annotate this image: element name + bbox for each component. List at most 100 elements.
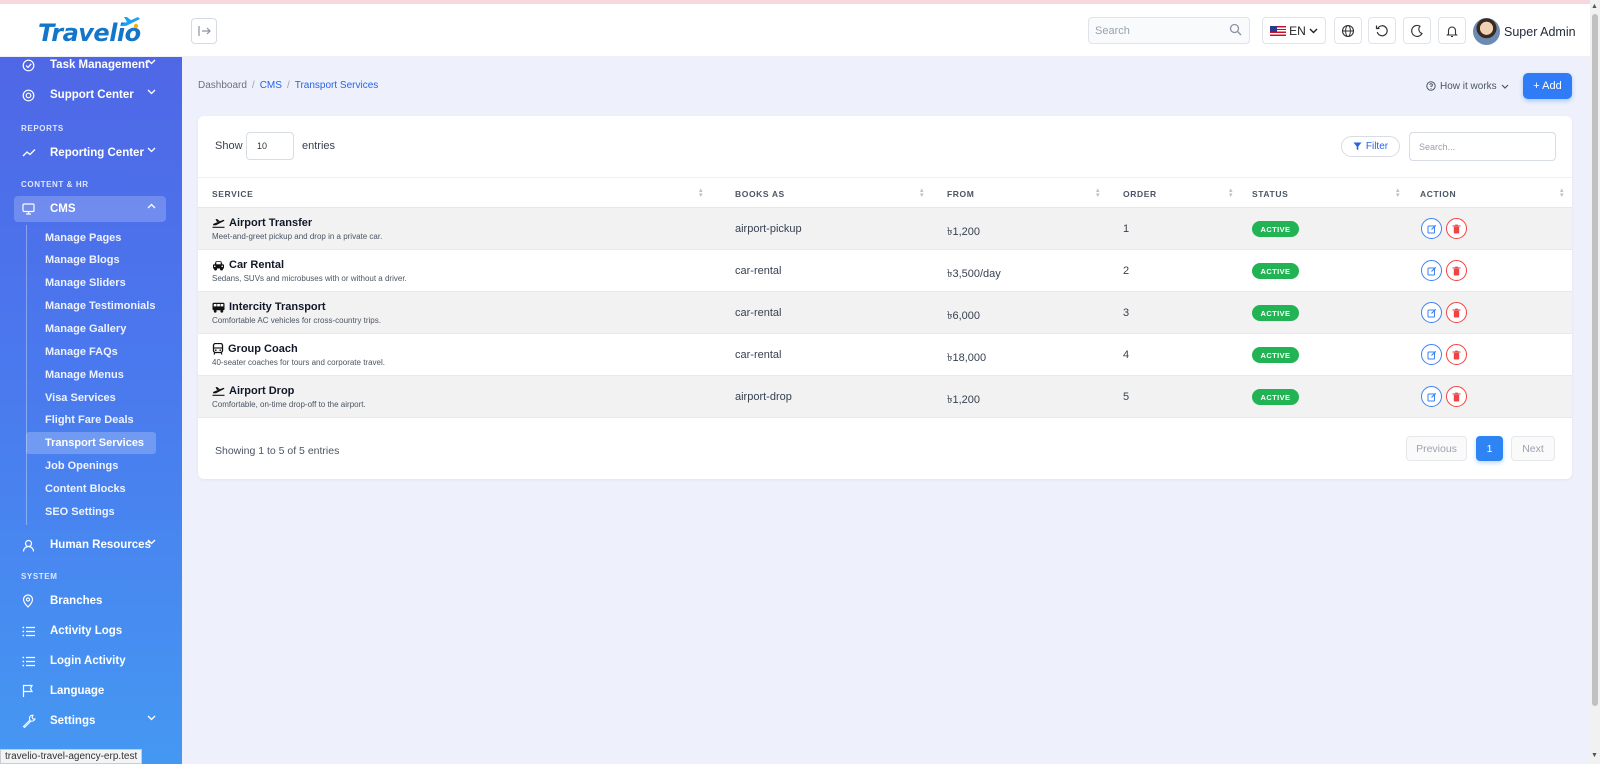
entries-per-page-input[interactable]: 10	[246, 132, 294, 160]
user-avatar[interactable]	[1473, 18, 1500, 45]
sidebar-item-task-management[interactable]: Task Management	[14, 57, 166, 78]
how-it-works-button[interactable]: How it works	[1426, 76, 1509, 96]
bus-icon	[212, 302, 225, 313]
language-selector[interactable]: EN	[1262, 17, 1326, 44]
sidebar-subitem-manage-sliders[interactable]: Manage Sliders	[26, 272, 156, 294]
sidebar-toggle-button[interactable]	[191, 18, 217, 44]
sidebar-item-login-activity[interactable]: Login Activity	[14, 648, 166, 674]
globe-button[interactable]	[1334, 17, 1362, 44]
from-price-cell: ৳3,500/day	[947, 268, 1001, 280]
trash-icon	[1452, 224, 1461, 233]
table-search[interactable]	[1409, 132, 1556, 161]
sidebar-subitem-manage-faqs[interactable]: Manage FAQs	[26, 341, 156, 363]
sort-icon[interactable]: ▴ ▾	[699, 187, 703, 199]
previous-page-button[interactable]: Previous	[1406, 436, 1467, 461]
chevron-up-icon	[147, 203, 156, 209]
delete-button[interactable]	[1446, 260, 1467, 281]
sidebar-item-label: Reporting Center	[50, 147, 144, 159]
sidebar-item-language[interactable]: Language	[14, 678, 166, 704]
column-header-books-as[interactable]: BOOKS AS	[735, 189, 785, 199]
sidebar-subitem-visa-services[interactable]: Visa Services	[26, 387, 156, 409]
filter-button[interactable]: Filter	[1341, 136, 1400, 157]
section-content-hr: CONTENT & HR	[21, 180, 89, 189]
header-search[interactable]	[1088, 17, 1250, 44]
sort-icon[interactable]: ▴ ▾	[1096, 187, 1100, 199]
how-it-works-label: How it works	[1440, 80, 1497, 92]
add-button[interactable]: + Add	[1523, 73, 1572, 99]
delete-button[interactable]	[1446, 386, 1467, 407]
edit-button[interactable]	[1421, 386, 1442, 407]
books-as-cell: airport-pickup	[735, 223, 802, 235]
sidebar-subitem-content-blocks[interactable]: Content Blocks	[26, 478, 156, 500]
sidebar-subitem-manage-gallery[interactable]: Manage Gallery	[26, 318, 156, 340]
sidebar-subitem-seo-settings[interactable]: SEO Settings	[26, 501, 156, 523]
sidebar-item-reporting-center[interactable]: Reporting Center	[14, 140, 166, 166]
plane-logo-icon	[120, 17, 140, 29]
column-header-service[interactable]: SERVICE	[212, 189, 253, 199]
sidebar-item-human-resources[interactable]: Human Resources	[14, 532, 166, 558]
table-header: SERVICE ▴ ▾ BOOKS AS ▴ ▾ FROM ▴ ▾ ORDER ▴ ▾ …	[198, 177, 1572, 208]
sidebar-item-activity-logs[interactable]: Activity Logs	[14, 618, 166, 644]
sort-icon[interactable]: ▴ ▾	[1560, 187, 1564, 199]
breadcrumb-cms[interactable]: CMS	[260, 80, 282, 91]
order-cell: 3	[1123, 307, 1130, 319]
breadcrumb: Dashboard / CMS / Transport Services	[198, 80, 379, 91]
plane-departure-icon	[212, 219, 225, 228]
sidebar-subitem-transport-services[interactable]: Transport Services	[26, 432, 156, 454]
dark-mode-button[interactable]	[1403, 17, 1431, 44]
column-header-from[interactable]: FROM	[947, 189, 974, 199]
current-page-button[interactable]: 1	[1476, 436, 1503, 461]
scroll-up-arrow[interactable]: ▲	[1591, 3, 1598, 10]
delete-button[interactable]	[1446, 302, 1467, 323]
sidebar-item-label: CMS	[50, 203, 76, 215]
delete-button[interactable]	[1446, 344, 1467, 365]
edit-button[interactable]	[1421, 302, 1442, 323]
status-bar-url: travelio-travel-agency-erp.test	[0, 749, 143, 764]
header-search-input[interactable]	[1089, 18, 1219, 43]
chevron-down-icon	[147, 147, 156, 153]
sidebar-subitem-manage-blogs[interactable]: Manage Blogs	[26, 249, 156, 271]
service-description: Comfortable, on-time drop-off to the air…	[212, 400, 366, 409]
section-system: SYSTEM	[21, 572, 58, 581]
sidebar-subitem-job-openings[interactable]: Job Openings	[26, 455, 156, 477]
plane-departure-icon	[212, 387, 225, 396]
table-search-input[interactable]	[1410, 133, 1550, 160]
sidebar-item-cms[interactable]: CMS	[14, 196, 166, 222]
breadcrumb-home[interactable]: Dashboard	[198, 80, 247, 91]
from-price-cell: ৳18,000	[947, 352, 987, 364]
search-icon[interactable]	[1229, 23, 1242, 36]
sidebar-item-branches[interactable]: Branches	[14, 588, 166, 614]
notifications-button[interactable]	[1438, 17, 1466, 44]
globe-icon	[1341, 24, 1355, 37]
books-as-cell: car-rental	[735, 307, 782, 319]
sort-icon[interactable]: ▴ ▾	[920, 187, 924, 199]
edit-button[interactable]	[1421, 344, 1442, 365]
service-title: Airport Transfer	[212, 217, 312, 229]
sidebar-subitem-manage-menus[interactable]: Manage Menus	[26, 364, 156, 386]
brand-logo[interactable]: Travelio	[38, 15, 141, 51]
delete-button[interactable]	[1446, 218, 1467, 239]
edit-button[interactable]	[1421, 218, 1442, 239]
user-name[interactable]: Super Admin	[1504, 25, 1576, 39]
sidebar-item-support-center[interactable]: Support Center	[14, 82, 166, 108]
column-header-status[interactable]: STATUS	[1252, 189, 1288, 199]
lifebuoy-icon	[22, 89, 35, 101]
trash-icon	[1452, 308, 1461, 317]
edit-button[interactable]	[1421, 260, 1442, 281]
list-icon	[22, 656, 35, 666]
scroll-down-arrow[interactable]: ▼	[1591, 752, 1598, 759]
flag-icon	[22, 684, 33, 697]
column-header-order[interactable]: ORDER	[1123, 189, 1157, 199]
refresh-button[interactable]	[1368, 17, 1396, 44]
next-page-button[interactable]: Next	[1511, 436, 1555, 461]
sort-icon[interactable]: ▴ ▾	[1396, 187, 1400, 199]
sidebar-subitem-manage-pages[interactable]: Manage Pages	[26, 227, 156, 249]
scrollbar-thumb[interactable]	[1592, 14, 1598, 706]
sort-icon[interactable]: ▴ ▾	[1229, 187, 1233, 199]
sidebar-subitem-flight-fare-deals[interactable]: Flight Fare Deals	[26, 409, 156, 431]
sidebar-item-settings[interactable]: Settings	[14, 708, 166, 734]
order-cell: 4	[1123, 349, 1130, 361]
status-badge: ACTIVE	[1252, 347, 1299, 363]
status-badge: ACTIVE	[1252, 389, 1299, 405]
sidebar-subitem-manage-testimonials[interactable]: Manage Testimonials	[26, 295, 156, 317]
